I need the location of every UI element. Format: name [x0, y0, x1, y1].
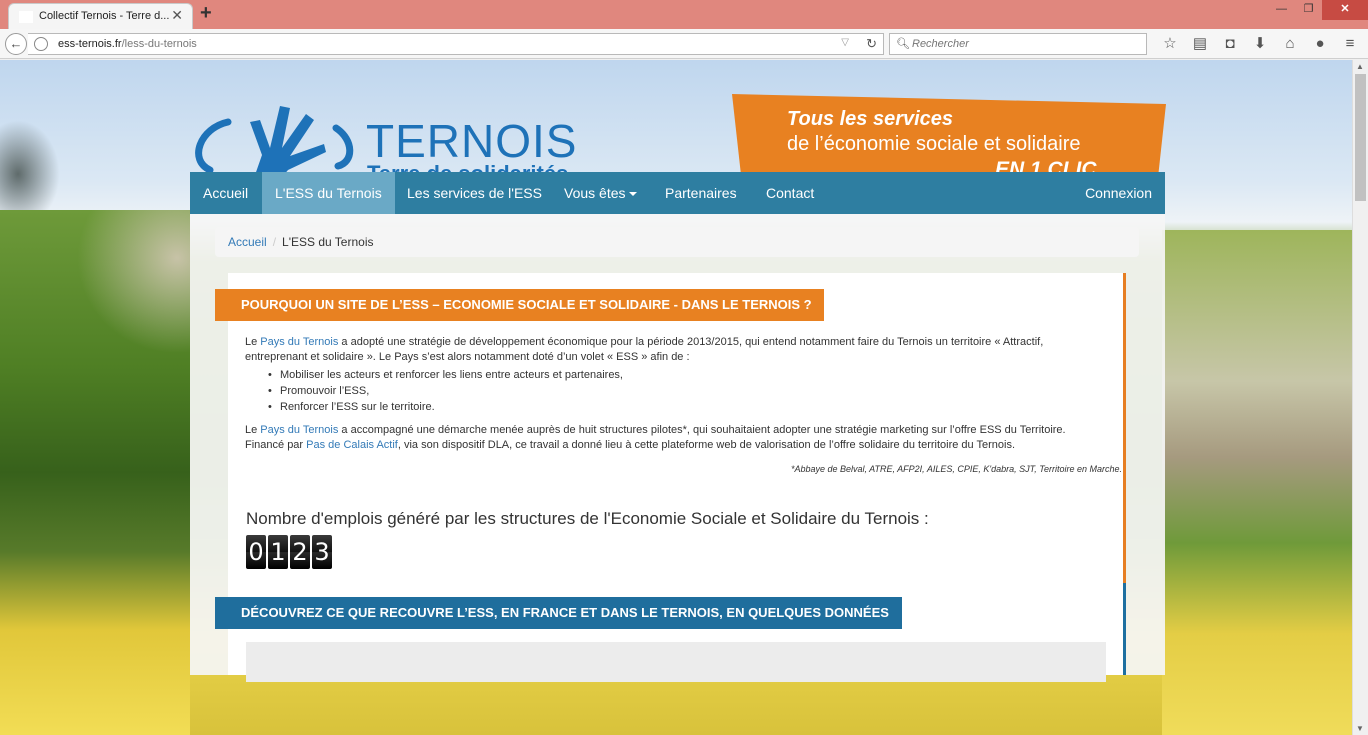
- pas-de-calais-actif-link[interactable]: Pas de Calais Actif: [306, 439, 398, 451]
- browser-toolbar: ☆ ▤ ◘ ⬇ ⌂ ● ≡: [1155, 35, 1365, 53]
- banner-line-1: Tous les services: [787, 108, 954, 130]
- list-item: Renforcer l’ESS sur le territoire.: [268, 399, 623, 415]
- scrollbar-thumb[interactable]: [1355, 74, 1366, 201]
- logo-title: TERNOIS: [366, 115, 578, 167]
- browser-navbar: ← ess-ternois.fr/less-du-ternois ▽ ↻ 🔍︎ …: [0, 29, 1368, 59]
- address-url: ess-ternois.fr/less-du-ternois: [58, 38, 197, 50]
- data-infographic-box: [246, 642, 1106, 682]
- back-arrow-icon[interactable]: ←: [5, 33, 27, 55]
- search-input[interactable]: [912, 36, 1132, 52]
- jobs-counter: 0 1 2 3: [246, 535, 334, 569]
- menu-item-accueil[interactable]: Accueil: [190, 172, 261, 214]
- tab-title: Collectif Ternois - Terre d...: [39, 10, 170, 22]
- background-field-right: [1162, 230, 1352, 735]
- reading-list-icon[interactable]: ▤: [1185, 35, 1215, 53]
- content-border-blue: [1123, 583, 1126, 675]
- globe-icon: [34, 37, 48, 51]
- breadcrumb-current: L'ESS du Ternois: [282, 235, 374, 249]
- scroll-down-icon[interactable]: ▼: [1356, 724, 1364, 733]
- list-item: Promouvoir l’ESS,: [268, 383, 623, 399]
- dropdown-icon[interactable]: ▽: [841, 37, 849, 48]
- reload-icon[interactable]: ↻: [866, 36, 877, 52]
- objectives-list: Mobiliser les acteurs et renforcer les l…: [268, 367, 623, 415]
- caret-down-icon: [628, 192, 637, 197]
- browser-tab[interactable]: Collectif Ternois - Terre d... ✕: [8, 3, 193, 29]
- breadcrumb: Accueil / L'ESS du Ternois: [215, 227, 1139, 257]
- address-bar[interactable]: ess-ternois.fr/less-du-ternois ▽ ↻: [28, 33, 884, 55]
- menu-icon[interactable]: ≡: [1335, 35, 1365, 53]
- window-close-icon[interactable]: ✕: [1322, 0, 1368, 20]
- paragraph-approach: Le Pays du Ternois a accompagné une déma…: [245, 424, 1066, 451]
- browser-search[interactable]: 🔍︎: [889, 33, 1147, 55]
- scroll-up-icon[interactable]: ▲: [1356, 62, 1364, 71]
- menu-item-vous-etes[interactable]: Vous êtes: [551, 172, 650, 214]
- menu-item-vous-etes-label: Vous êtes: [564, 185, 626, 201]
- browser-titlebar: Collectif Ternois - Terre d... ✕ + — ❐ ✕: [0, 0, 1368, 29]
- list-item: Mobiliser les acteurs et renforcer les l…: [268, 367, 623, 383]
- window-controls: — ❐ ✕: [1268, 0, 1368, 20]
- menu-item-services[interactable]: Les services de l'ESS: [394, 172, 555, 214]
- bookmark-star-icon[interactable]: ☆: [1155, 35, 1185, 53]
- counter-digit: 0: [246, 535, 266, 569]
- main-menu: Accueil L'ESS du Ternois Les services de…: [190, 172, 1165, 214]
- home-icon[interactable]: ⌂: [1275, 35, 1305, 53]
- page-scrollbar[interactable]: ▲ ▼: [1352, 60, 1368, 735]
- section-heading-discover: DÉCOUVREZ CE QUE RECOUVRE L’ESS, EN FRAN…: [215, 597, 902, 629]
- breadcrumb-separator: /: [272, 235, 277, 249]
- search-icon: 🔍︎: [896, 38, 910, 50]
- menu-item-contact[interactable]: Contact: [753, 172, 827, 214]
- download-icon[interactable]: ⬇: [1245, 35, 1275, 53]
- menu-item-ess-du-ternois[interactable]: L'ESS du Ternois: [262, 172, 395, 214]
- counter-digit: 2: [290, 535, 310, 569]
- counter-digit: 3: [312, 535, 332, 569]
- breadcrumb-home-link[interactable]: Accueil: [228, 235, 267, 249]
- counter-digit: 1: [268, 535, 288, 569]
- paragraph-strategy: Le Pays du Ternois a adopté une stratégi…: [245, 336, 1044, 363]
- background-road: [60, 210, 190, 370]
- section-heading-why: POURQUOI UN SITE DE L’ESS – ECONOMIE SOC…: [215, 289, 824, 321]
- banner-line-2: de l’économie sociale et solidaire: [787, 133, 1081, 155]
- pays-du-ternois-link[interactable]: Pays du Ternois: [260, 336, 338, 348]
- pays-du-ternois-link-2[interactable]: Pays du Ternois: [260, 424, 338, 436]
- pilot-structures-note: *Abbaye de Belval, ATRE, AFP2I, AILES, C…: [790, 464, 1122, 474]
- tab-favicon-icon: [19, 11, 33, 23]
- chat-icon[interactable]: ●: [1305, 35, 1335, 53]
- minimize-icon[interactable]: —: [1268, 0, 1295, 20]
- menu-item-connexion[interactable]: Connexion: [1072, 172, 1165, 214]
- jobs-counter-title: Nombre d'emplois généré par les structur…: [246, 509, 929, 528]
- menu-item-partenaires[interactable]: Partenaires: [652, 172, 750, 214]
- background-trees: [0, 120, 60, 210]
- tab-close-icon[interactable]: ✕: [171, 7, 183, 24]
- new-tab-icon[interactable]: +: [200, 2, 212, 25]
- restore-icon[interactable]: ❐: [1295, 0, 1322, 20]
- pocket-icon[interactable]: ◘: [1215, 35, 1245, 53]
